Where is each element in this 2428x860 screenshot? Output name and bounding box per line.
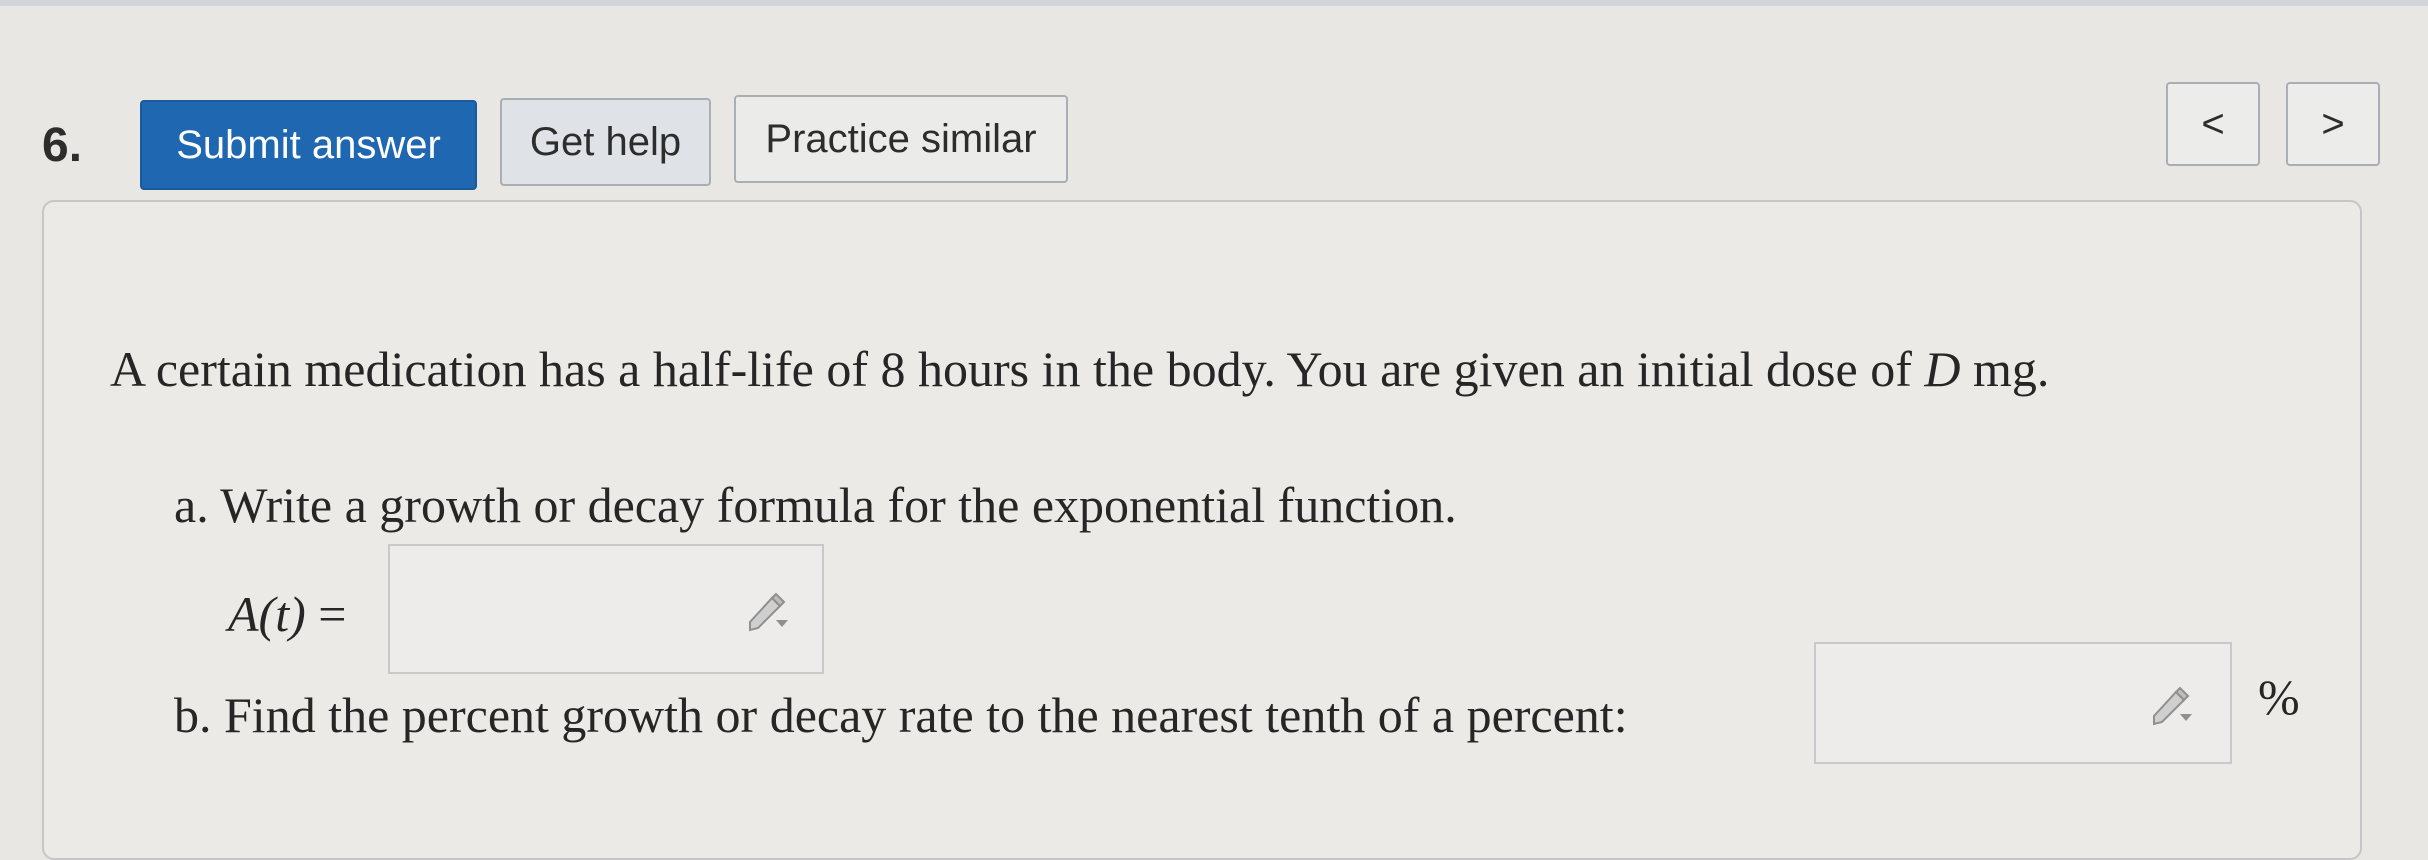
next-question-button[interactable]: > <box>2286 82 2380 166</box>
part-a-prompt: a. Write a growth or decay formula for t… <box>174 477 1457 533</box>
part-b-prompt: b. Find the percent growth or decay rate… <box>174 687 1628 743</box>
submit-answer-button[interactable]: Submit answer <box>140 100 477 190</box>
previous-question-button[interactable]: < <box>2166 82 2260 166</box>
percent-unit: % <box>2258 669 2300 725</box>
stem-suffix: mg. <box>1960 341 2050 397</box>
formula-answer-input[interactable] <box>388 544 824 674</box>
question-stem: A certain medication has a half-life of … <box>110 340 2049 398</box>
pencil-dropdown-icon[interactable] <box>2148 680 2196 728</box>
get-help-button[interactable]: Get help <box>500 98 711 186</box>
dose-variable: D <box>1924 341 1961 397</box>
function-label: A(t) <box>228 586 306 642</box>
pencil-dropdown-icon[interactable] <box>744 586 792 634</box>
top-strip <box>0 0 2428 6</box>
stem-prefix: A certain medication has a half-life of … <box>110 341 1925 397</box>
rate-answer-input[interactable] <box>1814 642 2232 764</box>
question-number: 6. <box>42 119 83 172</box>
formula-label: A(t) = <box>228 585 346 643</box>
practice-similar-button[interactable]: Practice similar <box>734 95 1068 183</box>
equals-sign: = <box>305 586 347 642</box>
